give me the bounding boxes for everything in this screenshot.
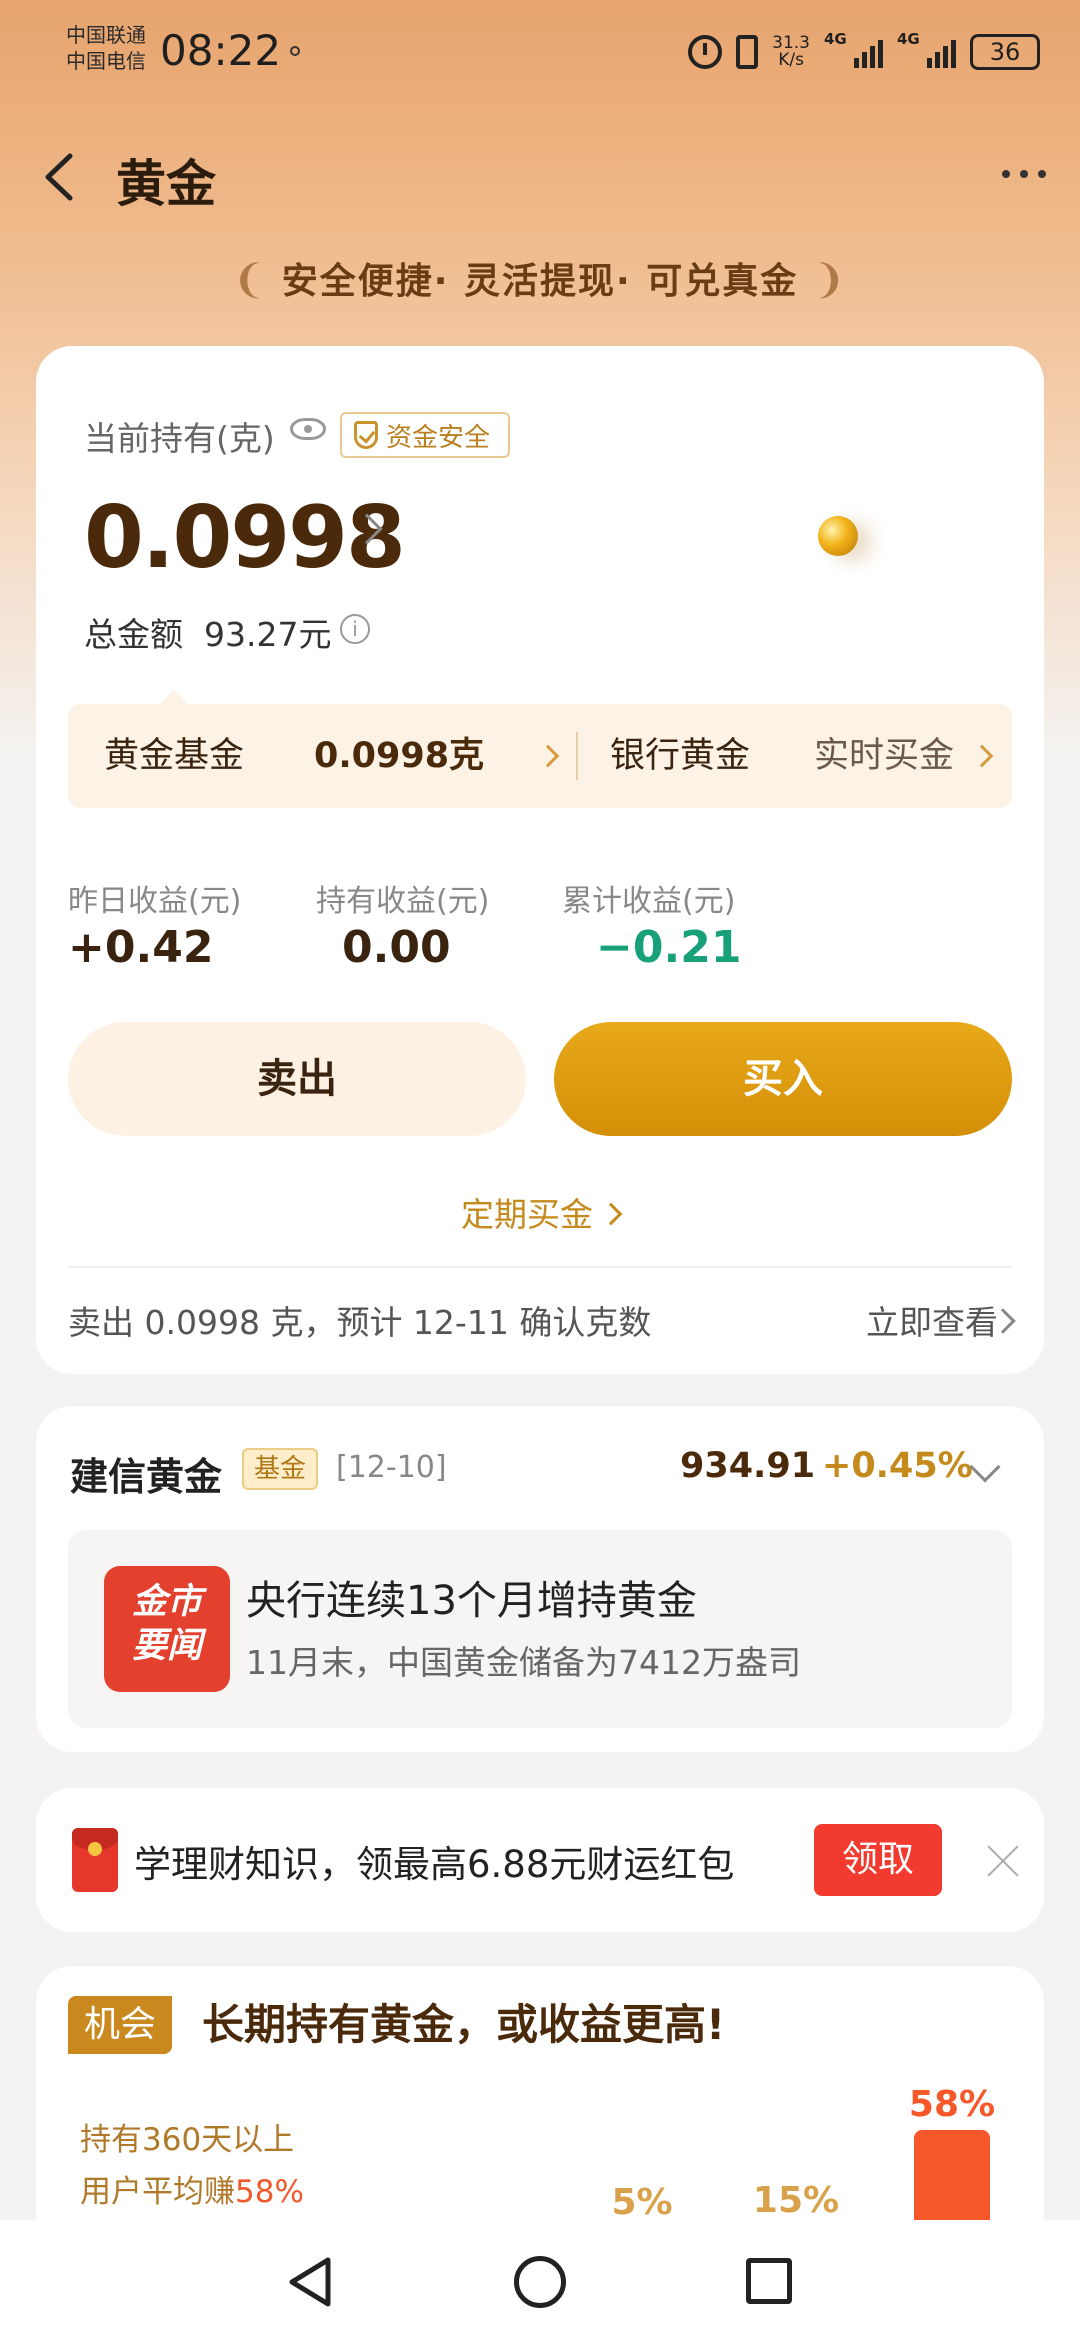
carrier-2: 中国电信 xyxy=(66,49,146,73)
holding-grams[interactable]: 0.0998 xyxy=(84,488,406,588)
fund-date: [12-10] xyxy=(336,1450,447,1485)
status-bar: 中国联通 中国电信 08:22 31.3 K/s 4G 4G 36 xyxy=(0,0,1080,100)
page-title: 黄金 xyxy=(116,155,216,213)
fund-card: 建信黄金 基金 [12-10] 934.91 +0.45% 金市 要闻 央行连续… xyxy=(36,1406,1044,1752)
news-icon-line-1: 金市 xyxy=(131,1582,202,1622)
holding-card: 当前持有(克) 资金安全 0.0998 总金额 93.27元 i 黄金基金 0.… xyxy=(36,346,1044,1374)
info-icon[interactable]: i xyxy=(340,614,370,644)
signal-icon-2: 4G xyxy=(897,30,956,68)
earning-holding-value: 0.00 xyxy=(342,922,451,973)
subtab-gold-fund[interactable]: 黄金基金 xyxy=(104,704,244,808)
signal-2-label: 4G xyxy=(897,30,920,48)
holding-subtabs: 黄金基金 0.0998克 银行黄金 实时买金 xyxy=(68,690,1012,808)
chart-value-label: 15% xyxy=(752,2180,840,2222)
shield-icon xyxy=(354,421,378,449)
red-envelope-icon xyxy=(72,1828,118,1892)
news-subtitle: 11月末，中国黄金储备为7412万盎司 xyxy=(246,1643,801,1682)
market-news-icon: 金市 要闻 xyxy=(104,1566,230,1692)
signal-icon-1: 4G xyxy=(824,30,883,68)
opportunity-line-2: 用户平均赚58% xyxy=(80,2166,304,2211)
chevron-right-icon[interactable] xyxy=(536,744,560,768)
fund-change: +0.45% xyxy=(822,1446,973,1486)
laurel-right-icon: ❩ xyxy=(812,257,848,303)
opportunity-line-2-prefix: 用户平均赚 xyxy=(80,2174,235,2210)
eye-icon[interactable] xyxy=(290,418,326,440)
net-speed: 31.3 K/s xyxy=(772,35,810,69)
earning-yesterday-label: 昨日收益(元) xyxy=(68,884,242,919)
net-speed-unit: K/s xyxy=(778,50,804,70)
opportunity-line-1: 持有360天以上 xyxy=(80,2122,295,2158)
back-icon[interactable] xyxy=(40,152,80,202)
earning-holding-label: 持有收益(元) xyxy=(316,884,490,919)
opportunity-tag: 机会 xyxy=(68,1996,173,2054)
nav-back-icon[interactable] xyxy=(286,2256,334,2308)
sell-button[interactable]: 卖出 xyxy=(68,1022,526,1136)
slogan-2: 灵活提现 xyxy=(463,261,616,302)
fund-price: 934.91 xyxy=(680,1446,816,1486)
slogan: ❨ 安全便捷· 灵活提现· 可兑真金 ❩ xyxy=(0,252,1080,304)
laurel-left-icon: ❨ xyxy=(232,257,268,303)
earning-cumulative-label: 累计收益(元) xyxy=(562,884,736,919)
opportunity-title: 长期持有黄金，或收益更高! xyxy=(202,2000,726,2049)
close-icon[interactable] xyxy=(986,1844,1020,1878)
news-item[interactable]: 金市 要闻 央行连续13个月增持黄金 11月末，中国黄金储备为7412万盎司 xyxy=(68,1530,1012,1728)
gold-ball-icon xyxy=(818,516,858,556)
total-amount-value: 93.27元 xyxy=(204,615,332,654)
status-icons: 31.3 K/s 4G 4G 36 xyxy=(688,30,1040,74)
chevron-down-icon[interactable] xyxy=(969,1451,1001,1483)
opportunity-line-2-pct: 58% xyxy=(235,2174,304,2210)
slogan-dot: · xyxy=(433,261,450,302)
notification-dot-icon xyxy=(290,46,300,56)
signal-1-label: 4G xyxy=(824,30,847,48)
carrier-1: 中国联通 xyxy=(66,23,146,47)
alarm-icon xyxy=(688,35,723,69)
earning-yesterday-value: +0.42 xyxy=(68,922,214,973)
chevron-right-icon[interactable] xyxy=(970,744,994,768)
buy-button[interactable]: 买入 xyxy=(554,1022,1012,1136)
divider xyxy=(68,1266,1012,1268)
slogan-3: 可兑真金 xyxy=(646,261,799,302)
slogan-dot: · xyxy=(616,261,632,302)
regular-buy-label: 定期买金 xyxy=(461,1195,593,1234)
claim-button[interactable]: 领取 xyxy=(814,1824,942,1896)
chevron-right-icon xyxy=(599,1202,623,1226)
fund-safety-label: 资金安全 xyxy=(386,422,491,453)
subtab-divider xyxy=(576,732,578,780)
promo-banner: 学理财知识，领最高6.88元财运红包 领取 xyxy=(36,1788,1044,1932)
system-nav-bar xyxy=(0,2220,1080,2340)
nav-recent-apps-icon[interactable] xyxy=(746,2258,792,2304)
holding-label: 当前持有(克) xyxy=(84,419,275,458)
total-amount-label: 总金额 xyxy=(84,615,183,654)
subtab-bank-gold[interactable]: 银行黄金 xyxy=(610,704,750,808)
slogan-1: 安全便捷 xyxy=(281,261,434,302)
vibrate-icon xyxy=(736,35,759,69)
news-icon-line-2: 要闻 xyxy=(131,1626,202,1666)
view-now-link[interactable]: 立即查看 xyxy=(866,1296,998,1344)
fund-type-badge: 基金 xyxy=(242,1448,319,1490)
promo-text[interactable]: 学理财知识，领最高6.88元财运红包 xyxy=(134,1834,734,1888)
sell-note: 卖出 0.0998 克，预计 12-11 确认克数 xyxy=(68,1303,652,1342)
subtab-realtime-buy[interactable]: 实时买金 xyxy=(814,704,954,808)
chart-value-label: 58% xyxy=(908,2084,996,2125)
news-title: 央行连续13个月增持黄金 xyxy=(246,1578,697,1624)
more-icon[interactable] xyxy=(1002,170,1046,180)
fund-safety-badge[interactable]: 资金安全 xyxy=(340,412,511,458)
nav-home-icon[interactable] xyxy=(514,2256,566,2308)
carrier-info: 中国联通 中国电信 xyxy=(66,22,146,74)
clock: 08:22 xyxy=(160,26,282,75)
fund-name[interactable]: 建信黄金 xyxy=(70,1446,222,1501)
chart-value-label: 5% xyxy=(611,2182,673,2223)
earning-cumulative-value: −0.21 xyxy=(596,922,742,973)
regular-buy-link[interactable]: 定期买金 xyxy=(36,1188,1044,1236)
subtab-gold-fund-value[interactable]: 0.0998克 xyxy=(314,704,484,808)
battery-icon: 36 xyxy=(970,34,1040,70)
